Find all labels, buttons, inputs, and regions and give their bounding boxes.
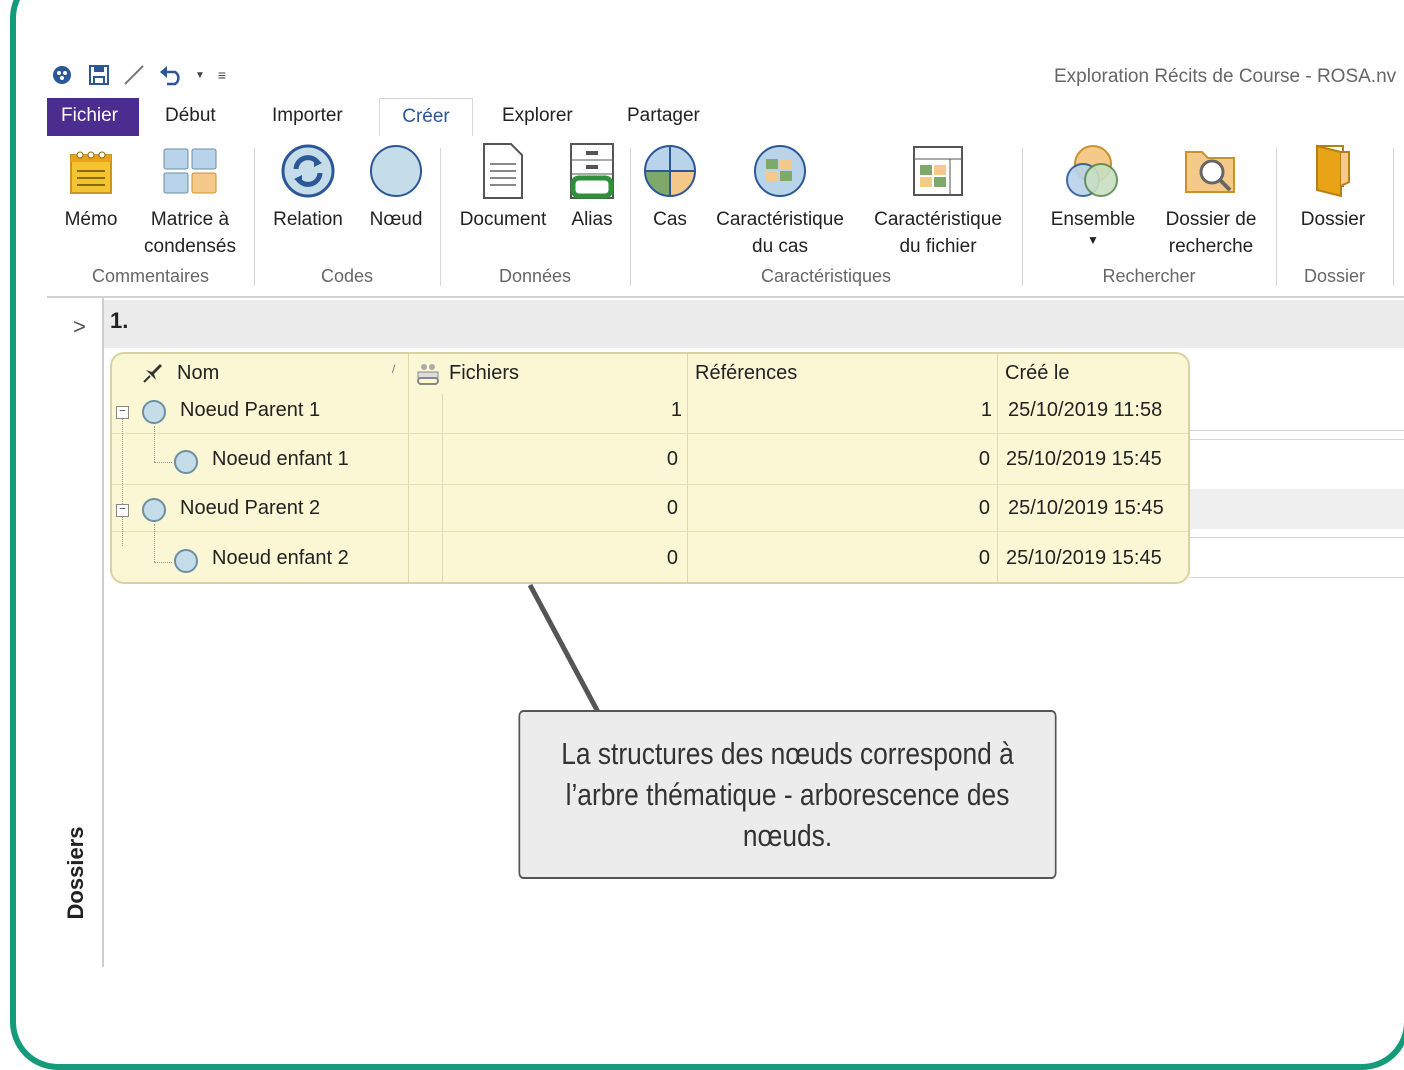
callout-text: La structures des nœuds correspond à l’a… (561, 736, 1014, 853)
annotation-callout: La structures des nœuds correspond à l’a… (518, 710, 1057, 879)
